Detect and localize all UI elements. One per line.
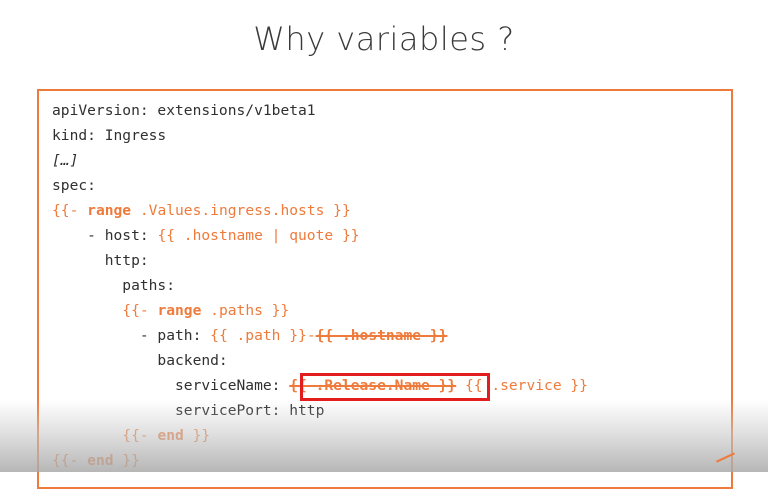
end-keyword: end: [157, 427, 184, 444]
template-expression: .Values.ingress.hosts }}: [131, 202, 351, 219]
code-line-spec: spec:: [52, 177, 96, 194]
path-separator: -: [306, 327, 316, 344]
code-line-paths: paths:: [52, 277, 176, 294]
code-line-kind: kind: Ingress: [52, 127, 167, 144]
range-keyword: range: [87, 202, 132, 219]
code-line-host: - host: {{ .hostname | quote }}: [52, 225, 360, 247]
code-line-backend: backend:: [52, 352, 228, 369]
servicename-key: serviceName:: [52, 377, 290, 394]
code-line-path: - path: {{ .path }}-{{ .hostname }}: [52, 325, 448, 347]
range-keyword: range: [157, 302, 202, 319]
slide-title: Why variables ?: [253, 20, 515, 58]
code-line-range-hosts: {{- range .Values.ingress.hosts }}: [52, 200, 351, 222]
path-template: {{ .path }}: [210, 327, 307, 344]
hostname-template: {{ .hostname | quote }}: [157, 227, 360, 244]
template-open: {{-: [122, 302, 158, 319]
code-line-serviceport: servicePort: http: [52, 402, 325, 419]
struck-hostname-template: {{ .hostname }}: [315, 327, 448, 344]
release-name-highlight-box: [300, 373, 490, 401]
code-line-apiversion: apiVersion: extensions/v1beta1: [52, 102, 316, 119]
template-close: }}: [113, 452, 140, 469]
code-line-http: http:: [52, 252, 149, 269]
code-line-ellipsis: […]: [52, 152, 79, 169]
template-close: }}: [183, 427, 211, 444]
path-key: - path:: [52, 327, 211, 344]
end-keyword: end: [87, 452, 114, 469]
template-open: {{-: [52, 452, 88, 469]
template-open: {{-: [52, 202, 88, 219]
template-expression: .paths }}: [201, 302, 290, 319]
code-line-end-hosts: {{- end }}: [52, 450, 140, 472]
template-open: {{-: [122, 427, 158, 444]
host-key: - host:: [52, 227, 158, 244]
code-line-range-paths: {{- range .paths }}: [52, 300, 289, 322]
code-line-end-paths: {{- end }}: [52, 425, 210, 447]
